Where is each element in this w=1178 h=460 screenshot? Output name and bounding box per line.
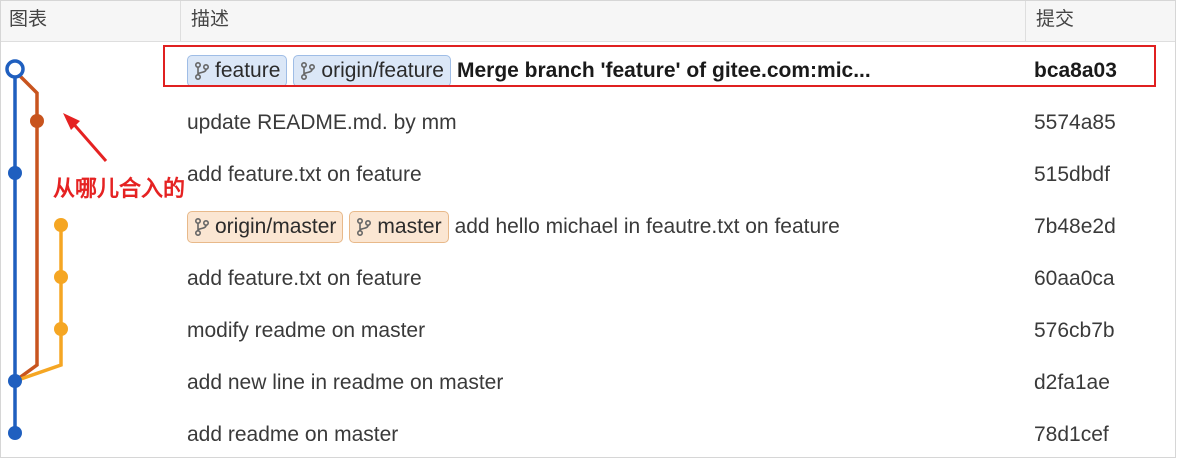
commit-hash: 7b48e2d [1034, 215, 1116, 238]
column-header: 图表 描述 提交 [1, 1, 1175, 42]
commit-hash: 515dbdf [1034, 163, 1110, 186]
commit-row[interactable]: add readme on master 78d1cef [181, 409, 1175, 457]
commit-description: add new line in readme on master [187, 357, 1017, 408]
graph-node-merge[interactable] [5, 59, 25, 79]
commit-description: add readme on master [187, 409, 1017, 457]
graph-node[interactable] [30, 114, 44, 128]
commit-hash: d2fa1ae [1034, 371, 1110, 394]
branch-icon [194, 217, 210, 236]
commit-hash: 576cb7b [1034, 319, 1115, 342]
arrow-icon [63, 113, 108, 162]
commit-message: add new line in readme on master [187, 370, 504, 394]
commit-hash: 78d1cef [1034, 423, 1109, 446]
branch-tag[interactable]: master [349, 210, 449, 243]
commit-row[interactable]: modify readme on master 576cb7b [181, 305, 1175, 356]
commit-row[interactable]: origin/master master add hello michael in … [181, 201, 1175, 252]
commit-message: modify readme on master [187, 318, 426, 342]
highlight-box [163, 45, 1156, 87]
commit-hash: 5574a85 [1034, 111, 1116, 134]
header-graph[interactable]: 图表 [1, 1, 181, 41]
commit-row[interactable]: add feature.txt on feature 60aa0ca [181, 253, 1175, 304]
graph-node[interactable] [54, 270, 68, 284]
graph-node[interactable] [8, 426, 22, 440]
branch-tag-label: origin/master [215, 214, 337, 238]
commit-message: update README.md. by mm [187, 110, 457, 134]
commit-hash: 60aa0ca [1034, 267, 1115, 290]
commit-description: add feature.txt on feature [187, 253, 1017, 304]
graph-node[interactable] [54, 218, 68, 232]
header-commit[interactable]: 提交 [1026, 1, 1175, 41]
annotation-label: 从哪儿合入的 [53, 177, 186, 202]
branch-tag[interactable]: origin/master [187, 210, 344, 243]
commit-row[interactable]: update README.md. by mm 5574a85 [181, 97, 1175, 148]
branch-tag-label: master [377, 214, 442, 238]
commit-description: add feature.txt on feature [187, 149, 1017, 200]
graph-node[interactable] [8, 166, 22, 180]
branch-icon [357, 217, 372, 236]
commit-message: add readme on master [187, 422, 399, 446]
header-description[interactable]: 描述 [181, 1, 1026, 41]
commit-message: add feature.txt on feature [187, 266, 422, 290]
commit-history-panel: 图表 描述 提交 从哪儿合入的 feature origin/feature Mer… [0, 0, 1176, 458]
commit-description: update README.md. by mm [187, 97, 1017, 148]
commit-graph [5, 59, 108, 440]
commit-row[interactable]: add new line in readme on master d2fa1ae [181, 357, 1175, 408]
commit-message: add hello michael in feautre.txt on feat… [454, 214, 840, 238]
commit-message: add feature.txt on feature [187, 162, 422, 186]
graph-node[interactable] [8, 374, 22, 388]
commit-description: origin/master master add hello michael in … [187, 201, 1017, 252]
commit-description: modify readme on master [187, 305, 1017, 356]
graph-node[interactable] [54, 322, 68, 336]
commit-row[interactable]: add feature.txt on feature 515dbdf [181, 149, 1175, 200]
